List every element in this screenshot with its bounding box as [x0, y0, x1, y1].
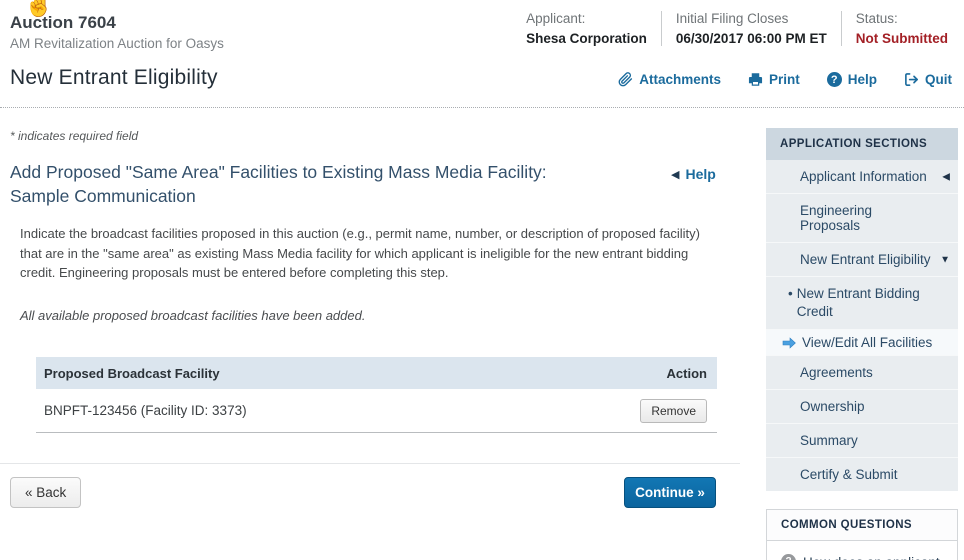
- attachments-link[interactable]: Attachments: [618, 72, 721, 87]
- print-link[interactable]: Print: [748, 72, 800, 87]
- toolbar: Attachments Print ? Help Quit: [618, 72, 952, 87]
- section-help-link[interactable]: ◀ Help: [671, 166, 716, 182]
- sidebar-item-label: Certify & Submit: [800, 467, 898, 482]
- common-questions-box: COMMON QUESTIONS ? How does an applicant…: [766, 509, 958, 560]
- sidebar-item-new-entrant-eligibility[interactable]: New Entrant Eligibility ▼: [766, 242, 958, 276]
- dotted-divider: [0, 107, 964, 108]
- sidebar-item-certify-submit[interactable]: Certify & Submit: [766, 457, 958, 491]
- application-sections-list: Applicant Information ◀ Engineering Prop…: [766, 160, 958, 491]
- applicant-value: Shesa Corporation: [526, 31, 647, 46]
- cursor-hand-icon: ☝: [24, 0, 54, 19]
- current-section-arrow-icon: [782, 337, 796, 349]
- question-mark-icon: ?: [781, 554, 796, 560]
- left-triangle-icon: ◀: [671, 168, 679, 181]
- application-page: ☝ Auction 7604 AM Revitalization Auction…: [0, 0, 964, 560]
- sidebar-item-applicant-information[interactable]: Applicant Information ◀: [766, 160, 958, 193]
- section-heading: Add Proposed "Same Area" Facilities to E…: [10, 160, 590, 208]
- status-label: Status:: [856, 11, 948, 26]
- quit-icon: [904, 72, 919, 87]
- common-question-link[interactable]: ? How does an applicant qualify for a 25…: [767, 541, 957, 560]
- application-sections-header: APPLICATION SECTIONS: [766, 128, 958, 160]
- sidebar-item-summary[interactable]: Summary: [766, 423, 958, 457]
- paperclip-icon: [618, 72, 633, 87]
- section-help-label: Help: [685, 166, 715, 182]
- filing-closes-value: 06/30/2017 06:00 PM ET: [676, 31, 827, 46]
- auction-subtitle: AM Revitalization Auction for Oasys: [10, 36, 224, 51]
- sidebar: APPLICATION SECTIONS Applicant Informati…: [766, 128, 958, 560]
- facility-table-header: Proposed Broadcast Facility Action: [36, 357, 717, 389]
- print-label: Print: [769, 72, 800, 87]
- all-facilities-added-note: All available proposed broadcast facilit…: [20, 308, 365, 323]
- question-text: How does an applicant qualify for a 25% …: [803, 553, 947, 560]
- expanded-triangle-icon: ▼: [940, 254, 950, 265]
- print-icon: [748, 72, 763, 87]
- continue-button[interactable]: Continue »: [624, 477, 716, 508]
- facility-table: Proposed Broadcast Facility Action BNPFT…: [36, 357, 717, 433]
- page-title: New Entrant Eligibility: [10, 66, 218, 90]
- sidebar-item-label: New Entrant Bidding Credit: [797, 285, 939, 321]
- sidebar-item-ownership[interactable]: Ownership: [766, 389, 958, 423]
- facility-cell: BNPFT-123456 (Facility ID: 3373): [44, 403, 247, 418]
- sidebar-item-label: New Entrant Eligibility: [800, 252, 931, 267]
- quit-link[interactable]: Quit: [904, 72, 952, 87]
- sidebar-item-label: Ownership: [800, 399, 865, 414]
- sidebar-item-label: View/Edit All Facilities: [802, 335, 932, 350]
- filing-closes-label: Initial Filing Closes: [676, 11, 827, 26]
- status-badge: Not Submitted: [856, 31, 948, 46]
- applicant-label: Applicant:: [526, 11, 647, 26]
- required-field-note: * indicates required field: [10, 129, 138, 143]
- help-question-icon: ?: [827, 72, 842, 87]
- back-button[interactable]: « Back: [10, 477, 81, 508]
- footer-divider: [0, 463, 740, 464]
- action-column-header: Action: [667, 366, 707, 381]
- sidebar-item-new-entrant-bidding-credit[interactable]: • New Entrant Bidding Credit: [766, 276, 958, 329]
- common-questions-header: COMMON QUESTIONS: [767, 510, 957, 541]
- sidebar-item-label: Agreements: [800, 365, 873, 380]
- bullet-icon: •: [788, 286, 793, 301]
- sidebar-item-agreements[interactable]: Agreements: [766, 355, 958, 389]
- sidebar-item-label: Applicant Information: [800, 169, 927, 184]
- remove-button[interactable]: Remove: [640, 399, 707, 423]
- filing-closes-cell: Initial Filing Closes 06/30/2017 06:00 P…: [661, 11, 841, 46]
- sidebar-item-label: Engineering Proposals: [800, 203, 872, 233]
- quit-label: Quit: [925, 72, 952, 87]
- table-row: BNPFT-123456 (Facility ID: 3373) Remove: [36, 389, 717, 433]
- status-cell: Status: Not Submitted: [841, 11, 950, 46]
- facility-column-header: Proposed Broadcast Facility: [44, 366, 220, 381]
- help-label: Help: [848, 72, 877, 87]
- attachments-label: Attachments: [639, 72, 721, 87]
- sidebar-item-view-edit-all-facilities[interactable]: View/Edit All Facilities: [766, 329, 958, 355]
- collapsed-triangle-icon: ◀: [942, 171, 950, 182]
- help-link-toolbar[interactable]: ? Help: [827, 72, 877, 87]
- sidebar-item-engineering-proposals[interactable]: Engineering Proposals: [766, 193, 958, 242]
- section-description: Indicate the broadcast facilities propos…: [20, 224, 722, 283]
- applicant-cell: Applicant: Shesa Corporation: [512, 11, 661, 46]
- sidebar-item-label: Summary: [800, 433, 858, 448]
- header-summary: Applicant: Shesa Corporation Initial Fil…: [512, 11, 950, 46]
